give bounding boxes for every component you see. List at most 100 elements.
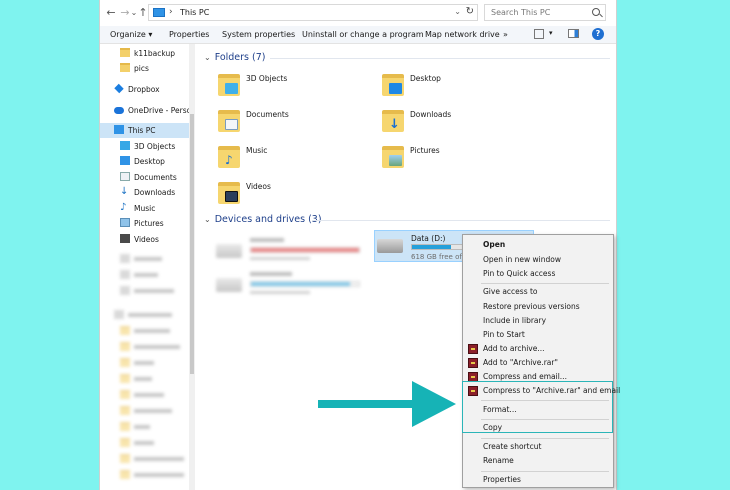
dropbox-icon — [114, 83, 124, 94]
folder-icon — [120, 48, 130, 57]
3d-objects-folder-icon — [225, 83, 238, 94]
collapse-chevron-icon: ⌄ — [204, 215, 211, 224]
address-bar[interactable]: › This PC ⌄ ↻ — [148, 4, 478, 21]
properties-button[interactable]: Properties — [169, 30, 209, 39]
menu-item-label: Pin to Start — [483, 330, 525, 339]
nav-scrollbar-thumb[interactable] — [190, 114, 194, 374]
3d-objects-icon — [120, 141, 130, 150]
nav-item-label: Documents — [134, 173, 177, 182]
menu-item-label: Properties — [483, 475, 521, 484]
menu-item-add-to-archive-rar[interactable]: Add to "Archive.rar" — [463, 356, 613, 370]
help-icon[interactable]: ? — [592, 28, 604, 40]
system-properties-button[interactable]: System properties — [222, 30, 295, 39]
nav-item-this-pc[interactable]: This PC — [100, 123, 192, 138]
drives-group-header[interactable]: ⌄ Devices and drives (3) — [204, 214, 322, 225]
menu-item-give-access[interactable]: Give access to — [463, 285, 613, 299]
nav-item-documents[interactable]: Documents — [100, 170, 192, 185]
nav-item-downloads[interactable]: ↓ Downloads — [100, 185, 192, 200]
folders-group-title: Folders (7) — [214, 52, 266, 63]
menu-item-label: Compress and email... — [483, 372, 567, 381]
nav-item-desktop[interactable]: Desktop — [100, 154, 192, 169]
navigation-pane: k11backup pics Dropbox OneDrive - Person… — [100, 44, 192, 490]
folder-icon — [120, 63, 130, 72]
folder-tile-3d-objects[interactable]: 3D Objects — [218, 72, 368, 104]
menu-separator — [481, 471, 609, 472]
nav-item-label: Pictures — [134, 219, 164, 228]
uninstall-program-button[interactable]: Uninstall or change a program — [302, 30, 424, 39]
refresh-icon[interactable]: ↻ — [466, 6, 474, 17]
nav-item-k11backup[interactable]: k11backup — [100, 46, 192, 61]
path-separator-icon: › — [169, 7, 173, 17]
nav-item-label: Dropbox — [128, 85, 160, 94]
menu-item-open-new-window[interactable]: Open in new window — [463, 253, 613, 267]
menu-item-properties[interactable]: Properties — [463, 473, 613, 487]
menu-item-label: Pin to Quick access — [483, 269, 556, 278]
search-icon — [592, 8, 600, 16]
change-view-icon[interactable] — [534, 29, 544, 39]
address-path: This PC — [180, 8, 210, 17]
menu-item-copy[interactable]: Copy — [463, 421, 613, 435]
nav-item-label: pics — [134, 64, 149, 73]
nav-item-dropbox[interactable]: Dropbox — [100, 82, 192, 97]
drive-tile-c[interactable] — [214, 236, 374, 268]
nav-item-pics[interactable]: pics — [100, 61, 192, 76]
folder-tile-label: Desktop — [410, 74, 441, 83]
menu-item-label: Compress to "Archive.rar" and email — [483, 386, 621, 395]
drive-usage-fill — [412, 245, 452, 249]
menu-item-format[interactable]: Format... — [463, 403, 613, 417]
menu-item-compress-archive-email[interactable]: Compress to "Archive.rar" and email — [463, 384, 620, 398]
drives-group-title: Devices and drives (3) — [214, 214, 322, 225]
nav-item-videos[interactable]: Videos — [100, 232, 192, 247]
address-dropdown-icon[interactable]: ⌄ — [454, 7, 461, 16]
drive-label: Data (D:) — [411, 234, 446, 243]
folders-group-header[interactable]: ⌄ Folders (7) — [204, 52, 266, 63]
nav-scrollbar[interactable] — [189, 44, 195, 490]
menu-item-pin-quick-access[interactable]: Pin to Quick access — [463, 267, 613, 281]
menu-item-create-shortcut[interactable]: Create shortcut — [463, 440, 613, 454]
search-input[interactable]: Search This PC — [484, 4, 606, 21]
folder-tile-videos[interactable]: Videos — [218, 180, 368, 212]
nav-item-label: Music — [134, 204, 156, 213]
pictures-icon — [120, 218, 130, 227]
videos-folder-icon — [225, 191, 238, 202]
nav-item-onedrive[interactable]: OneDrive - Person — [100, 103, 192, 118]
menu-separator — [481, 438, 609, 439]
onedrive-icon — [114, 107, 124, 114]
view-dropdown-icon[interactable]: ▾ — [549, 29, 553, 37]
folder-tile-pictures[interactable]: Pictures — [382, 144, 532, 176]
more-commands-button[interactable]: » — [503, 30, 508, 39]
preview-pane-icon[interactable] — [568, 29, 579, 38]
nav-item-label: k11backup — [134, 49, 175, 58]
menu-item-label: Add to archive... — [483, 344, 545, 353]
organize-button[interactable]: Organize ▾ — [110, 30, 152, 39]
back-button[interactable]: ← — [104, 6, 118, 20]
search-placeholder: Search This PC — [491, 8, 551, 17]
folder-tile-downloads[interactable]: ↓ Downloads — [382, 108, 532, 140]
folder-tile-desktop[interactable]: Desktop — [382, 72, 532, 104]
menu-item-restore-versions[interactable]: Restore previous versions — [463, 300, 613, 314]
menu-item-open[interactable]: Open — [463, 238, 613, 252]
folder-tile-music[interactable]: ♪ Music — [218, 144, 368, 176]
folder-tile-documents[interactable]: Documents — [218, 108, 368, 140]
nav-item-music[interactable]: ♪ Music — [100, 201, 192, 216]
menu-item-pin-start[interactable]: Pin to Start — [463, 328, 613, 342]
winrar-icon — [468, 344, 478, 354]
menu-item-rename[interactable]: Rename — [463, 454, 613, 468]
drive-tile-e[interactable] — [214, 270, 374, 302]
menu-item-include-library[interactable]: Include in library — [463, 314, 613, 328]
menu-separator — [481, 419, 609, 420]
folder-tile-label: Documents — [246, 110, 289, 119]
up-arrow-icon: ↑ — [138, 6, 148, 19]
nav-item-pictures[interactable]: Pictures — [100, 216, 192, 231]
nav-item-3d-objects[interactable]: 3D Objects — [100, 139, 192, 154]
menu-item-label: Copy — [483, 423, 503, 432]
winrar-icon — [468, 358, 478, 368]
forward-arrow-icon: → — [120, 6, 130, 19]
folder-tile-label: Music — [246, 146, 268, 155]
documents-icon — [120, 172, 130, 181]
menu-item-add-to-archive[interactable]: Add to archive... — [463, 342, 613, 356]
music-folder-icon: ♪ — [225, 153, 233, 167]
menu-item-label: Give access to — [483, 287, 538, 296]
folder-tile-label: Pictures — [410, 146, 440, 155]
map-network-drive-button[interactable]: Map network drive — [425, 30, 500, 39]
